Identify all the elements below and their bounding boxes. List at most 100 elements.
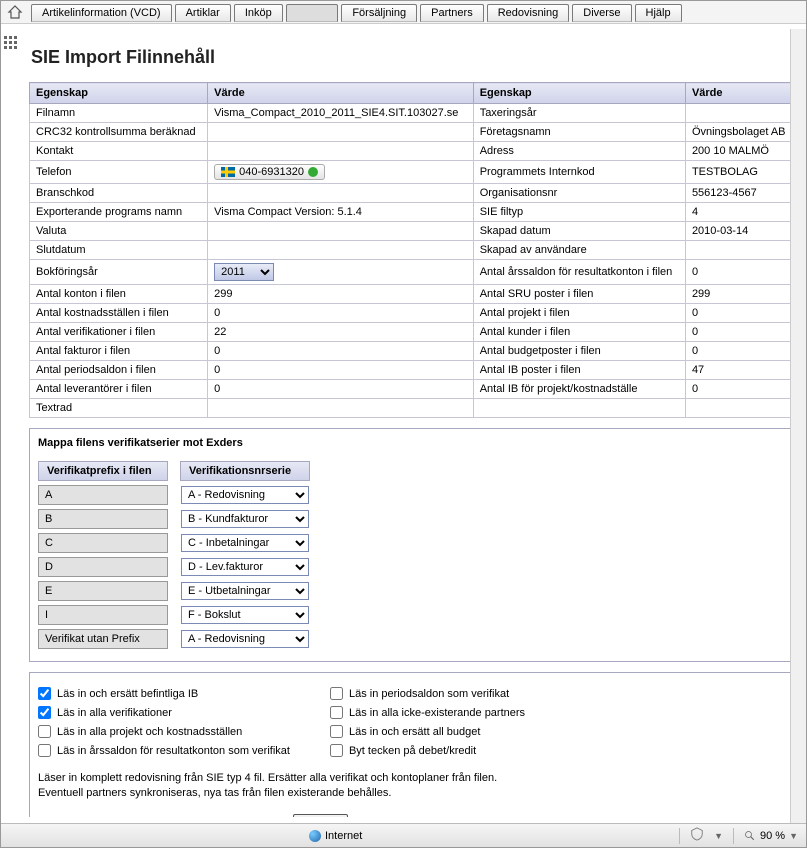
spara-button[interactable]: SPARA (293, 814, 349, 817)
tab-8[interactable]: Hjälp (635, 4, 682, 22)
table-row: KontaktAdress200 10 MALMÖ (30, 142, 796, 161)
status-internet-label: Internet (325, 830, 362, 842)
prop-label: Antal IB för projekt/kostnadställe (473, 380, 685, 399)
tab-6[interactable]: Redovisning (487, 4, 570, 22)
prop-value: 0 (208, 342, 474, 361)
prop-label: Antal IB poster i filen (473, 361, 685, 380)
properties-table: Egenskap Värde Egenskap Värde FilnamnVis… (29, 82, 796, 418)
series-select-6[interactable]: A - Redovisning (181, 630, 309, 648)
checkbox[interactable] (330, 706, 343, 719)
map-row: I F - Bokslut (38, 605, 310, 625)
prop-value: 0 (208, 380, 474, 399)
tab-0[interactable]: Artikelinformation (VCD) (31, 4, 172, 22)
table-row: BranschkodOrganisationsnr556123-4567 (30, 184, 796, 203)
checkbox[interactable] (330, 744, 343, 757)
series-select-3[interactable]: D - Lev.fakturor (181, 558, 309, 576)
prop-value: 0 (685, 323, 795, 342)
vertical-scrollbar[interactable] (790, 29, 806, 823)
description-text: Läser in komplett redovisning från SIE t… (38, 771, 787, 802)
prop-label: Antal SRU poster i filen (473, 285, 685, 304)
prop-value (685, 104, 795, 123)
prop-label: Antal projekt i filen (473, 304, 685, 323)
table-row: Antal konton i filen299Antal SRU poster … (30, 285, 796, 304)
checkbox-label: Läs in alla verifikationer (57, 707, 172, 719)
tab-2[interactable]: Inköp (234, 4, 283, 22)
prop-label: Antal periodsaldon i filen (30, 361, 208, 380)
bokforingsar-select[interactable]: 2011 (214, 263, 274, 281)
checkbox[interactable] (38, 725, 51, 738)
apps-grid-icon[interactable] (3, 35, 19, 54)
prop-value: 0 (685, 342, 795, 361)
zoom-value: 90 % (760, 830, 785, 842)
checkbox-row[interactable]: Läs in alla icke-existerande partners (330, 706, 525, 719)
tab-4[interactable]: Försäljning (341, 4, 417, 22)
prop-label: Adress (473, 142, 685, 161)
checkbox[interactable] (330, 725, 343, 738)
prop-value (208, 399, 474, 418)
checkbox-row[interactable]: Läs in alla verifikationer (38, 706, 290, 719)
checkbox-row[interactable]: Läs in periodsaldon som verifikat (330, 687, 525, 700)
prefix-cell: B (38, 509, 168, 529)
prop-label: Antal kostnadsställen i filen (30, 304, 208, 323)
tab-5[interactable]: Partners (420, 4, 484, 22)
checkbox-label: Byt tecken på debet/kredit (349, 745, 476, 757)
prop-label: Taxeringsår (473, 104, 685, 123)
map-row: E E - Utbetalningar (38, 581, 310, 601)
prop-label: Valuta (30, 222, 208, 241)
prop-label: Programmets Internkod (473, 161, 685, 184)
prefix-cell: C (38, 533, 168, 553)
globe-icon (309, 830, 321, 842)
zoom-control[interactable]: 90 % ▼ (744, 830, 798, 842)
prop-label: CRC32 kontrollsumma beräknad (30, 123, 208, 142)
prop-label (473, 399, 685, 418)
desc-line-2: Eventuell partners synkroniseras, nya ta… (38, 786, 787, 801)
tab-3[interactable] (286, 4, 339, 22)
table-row: SlutdatumSkapad av användare (30, 241, 796, 260)
prop-label: Filnamn (30, 104, 208, 123)
tab-7[interactable]: Diverse (572, 4, 631, 22)
checkbox-row[interactable]: Läs in alla projekt och kostnadsställen (38, 725, 290, 738)
series-select-1[interactable]: B - Kundfakturor (181, 510, 309, 528)
prop-label: Slutdatum (30, 241, 208, 260)
prop-value (208, 222, 474, 241)
prefix-cell: E (38, 581, 168, 601)
flag-icon (221, 167, 235, 177)
table-row: Antal periodsaldon i filen0Antal IB post… (30, 361, 796, 380)
series-select-4[interactable]: E - Utbetalningar (181, 582, 309, 600)
series-select-0[interactable]: A - Redovisning (181, 486, 309, 504)
status-bar: Internet ▼ 90 % ▼ (1, 823, 806, 847)
prop-value: 22 (208, 323, 474, 342)
tab-1[interactable]: Artiklar (175, 4, 231, 22)
spara-prefix-text: Tryck Spara för ersätta all bokföring me… (38, 816, 293, 817)
checkbox[interactable] (38, 706, 51, 719)
checkbox-row[interactable]: Byt tecken på debet/kredit (330, 744, 525, 757)
prop-value (208, 142, 474, 161)
table-row: CRC32 kontrollsumma beräknadFöretagsnamn… (30, 123, 796, 142)
table-row: Antal verifikationer i filen22Antal kund… (30, 323, 796, 342)
prop-label: Telefon (30, 161, 208, 184)
table-row: Antal leverantörer i filen0Antal IB för … (30, 380, 796, 399)
call-icon (308, 167, 318, 177)
security-icon[interactable] (690, 827, 704, 844)
series-select-5[interactable]: F - Bokslut (181, 606, 309, 624)
checkbox[interactable] (330, 687, 343, 700)
checkbox[interactable] (38, 687, 51, 700)
home-icon[interactable] (7, 4, 23, 23)
table-row: ValutaSkapad datum2010-03-14 (30, 222, 796, 241)
prop-value: 0 (208, 361, 474, 380)
map-header-series: Verifikationsnrserie (180, 461, 310, 481)
checkbox-row[interactable]: Läs in och ersätt befintliga IB (38, 687, 290, 700)
map-row: DD - Lev.fakturor (38, 557, 310, 577)
series-select-2[interactable]: C - Inbetalningar (181, 534, 309, 552)
checkbox[interactable] (38, 744, 51, 757)
prefix-cell: I (38, 605, 168, 625)
phone-badge[interactable]: 040-6931320 (214, 164, 325, 180)
prop-value: 2011 (208, 260, 474, 285)
checkbox-label: Läs in och ersätt befintliga IB (57, 688, 198, 700)
checkbox-row[interactable]: Läs in årssaldon för resultatkonton som … (38, 744, 290, 757)
table-row: Telefon040-6931320Programmets InternkodT… (30, 161, 796, 184)
table-row: FilnamnVisma_Compact_2010_2011_SIE4.SIT.… (30, 104, 796, 123)
checkbox-label: Läs in årssaldon för resultatkonton som … (57, 745, 290, 757)
checkbox-row[interactable]: Läs in och ersätt all budget (330, 725, 525, 738)
checkbox-label: Läs in alla icke-existerande partners (349, 707, 525, 719)
